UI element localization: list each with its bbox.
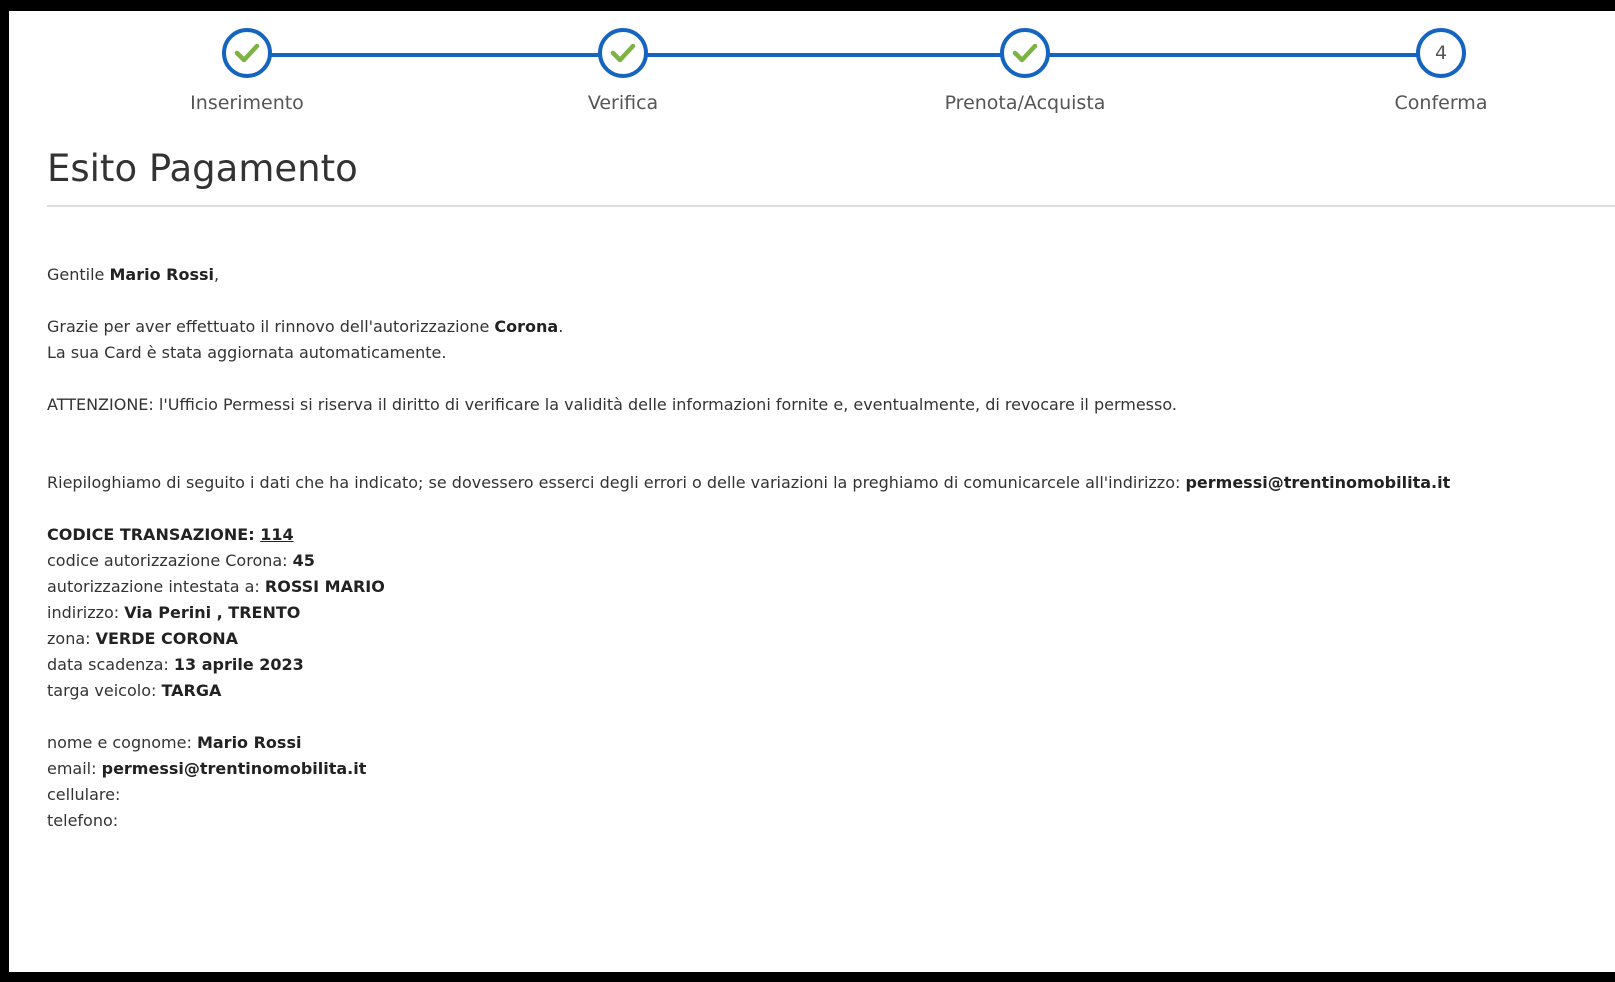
detail-row: indirizzo: Via Perini , TRENTO (47, 600, 1607, 626)
check-icon (610, 43, 636, 63)
payment-result-content: Gentile Mario Rossi, Grazie per aver eff… (47, 262, 1607, 834)
contact-label: email: (47, 759, 102, 778)
detail-row: autorizzazione intestata a: ROSSI MARIO (47, 574, 1607, 600)
greeting-prefix: Gentile (47, 265, 110, 284)
contact-label: cellulare: (47, 785, 121, 804)
detail-row: data scadenza: 13 aprile 2023 (47, 652, 1607, 678)
step-prenota-acquista: Prenota/Acquista (915, 28, 1135, 114)
step-verifica: Verifica (513, 28, 733, 114)
step-circle-current: 4 (1416, 28, 1466, 78)
step-label: Prenota/Acquista (944, 92, 1106, 114)
page-frame: Inserimento Verifica Prenota/Acquista 4 … (9, 11, 1615, 972)
greeting-suffix: , (213, 265, 220, 284)
contact-email: permessi@trentinomobilita.it (1185, 473, 1451, 492)
detail-label: data scadenza: (47, 655, 174, 674)
transaction-code-value: 114 (260, 525, 294, 544)
detail-label: indirizzo: (47, 603, 125, 622)
step-circle-done (1000, 28, 1050, 78)
thanks-suffix: . (558, 317, 564, 336)
summary-message: Riepiloghiamo di seguito i dati che ha i… (47, 470, 1607, 496)
page-title: Esito Pagamento (47, 147, 358, 190)
check-icon (234, 43, 260, 63)
contact-label: telefono: (47, 811, 119, 830)
transaction-code: CODICE TRANSAZIONE: 114 (47, 522, 1607, 548)
authorization-name: Corona (494, 317, 559, 336)
transaction-label: CODICE TRANSAZIONE: (47, 525, 261, 544)
detail-value: TARGA (161, 681, 222, 700)
detail-row: zona: VERDE CORONA (47, 626, 1607, 652)
step-number: 4 (1434, 42, 1448, 64)
check-icon (1012, 43, 1038, 63)
contact-row: email: permessi@trentinomobilita.it (47, 756, 1607, 782)
detail-value: Via Perini , TRENTO (124, 603, 301, 622)
detail-value: 13 aprile 2023 (173, 655, 304, 674)
detail-label: zona: (47, 629, 96, 648)
contact-row: nome e cognome: Mario Rossi (47, 730, 1607, 756)
step-conferma: 4 Conferma (1331, 28, 1551, 114)
customer-name: Mario Rossi (109, 265, 214, 284)
detail-row: targa veicolo: TARGA (47, 678, 1607, 704)
detail-label: targa veicolo: (47, 681, 162, 700)
title-divider (47, 205, 1615, 207)
step-inserimento: Inserimento (137, 28, 357, 114)
summary-text: Riepiloghiamo di seguito i dati che ha i… (47, 473, 1186, 492)
detail-label: codice autorizzazione Corona: (47, 551, 293, 570)
card-updated-message: La sua Card è stata aggiornata automatic… (47, 343, 447, 362)
step-circle-done (222, 28, 272, 78)
step-label: Inserimento (190, 92, 304, 114)
step-circle-done (598, 28, 648, 78)
progress-stepper: Inserimento Verifica Prenota/Acquista 4 … (9, 11, 1615, 131)
contact-label: nome e cognome: (47, 733, 197, 752)
step-label: Conferma (1394, 92, 1488, 114)
detail-value: ROSSI MARIO (264, 577, 385, 596)
contact-value: permessi@trentinomobilita.it (101, 759, 367, 778)
warning-message: ATTENZIONE: l'Ufficio Permessi si riserv… (47, 395, 1177, 414)
thanks-prefix: Grazie per aver effettuato il rinnovo de… (47, 317, 495, 336)
detail-value: VERDE CORONA (95, 629, 239, 648)
thanks-message: Grazie per aver effettuato il rinnovo de… (47, 314, 1607, 340)
contact-row: telefono: (47, 808, 1607, 834)
contact-value: Mario Rossi (196, 733, 302, 752)
contact-row: cellulare: (47, 782, 1607, 808)
detail-value: 45 (292, 551, 315, 570)
greeting: Gentile Mario Rossi, (47, 262, 1607, 288)
detail-row: codice autorizzazione Corona: 45 (47, 548, 1607, 574)
step-label: Verifica (587, 92, 659, 114)
detail-label: autorizzazione intestata a: (47, 577, 265, 596)
